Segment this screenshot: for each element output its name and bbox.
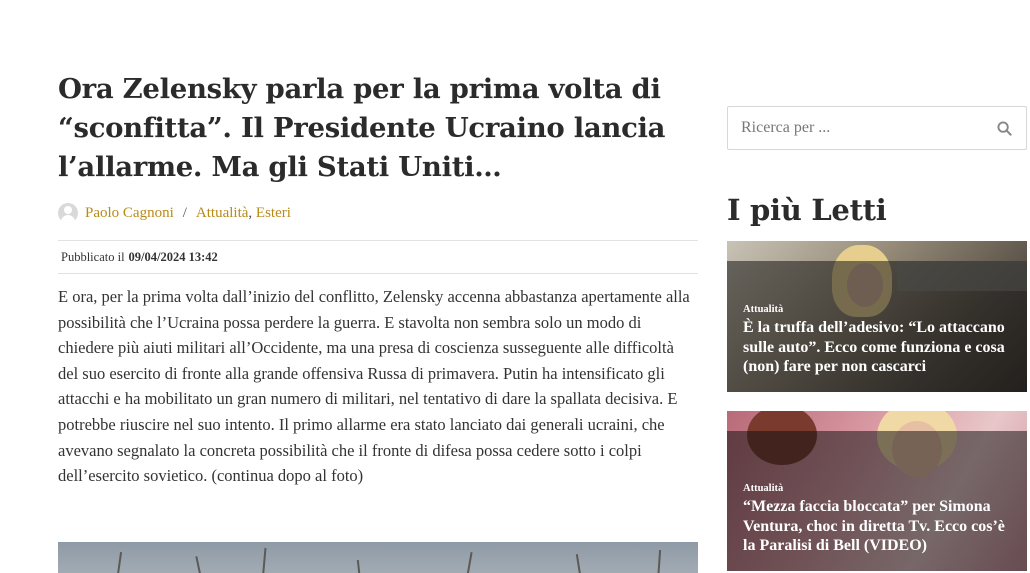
article-meta: Paolo Cagnoni / Attualità, Esteri — [58, 201, 698, 225]
published-bar: Pubblicato il 09/04/2024 13:42 — [58, 240, 698, 274]
article: Ora Zelensky parla per la prima volta di… — [58, 70, 698, 489]
article-photo — [58, 542, 698, 573]
card-category[interactable]: Attualità — [743, 483, 1015, 494]
category-link-esteri[interactable]: Esteri — [256, 205, 291, 222]
author-avatar-icon — [58, 203, 78, 223]
most-read-card[interactable]: Attualità È la truffa dell’adesivo: “Lo … — [727, 241, 1027, 392]
card-headline[interactable]: È la truffa dell’adesivo: “Lo attaccano … — [743, 318, 1015, 377]
card-text: Attualità “Mezza faccia bloccata” per Si… — [743, 483, 1015, 556]
card-category[interactable]: Attualità — [743, 304, 1015, 315]
card-text: Attualità È la truffa dell’adesivo: “Lo … — [743, 304, 1015, 377]
most-read-card[interactable]: Attualità “Mezza faccia bloccata” per Si… — [727, 411, 1027, 571]
card-headline[interactable]: “Mezza faccia bloccata” per Simona Ventu… — [743, 497, 1015, 556]
search-form — [727, 106, 1027, 150]
published-date: 09/04/2024 13:42 — [128, 249, 218, 264]
article-title: Ora Zelensky parla per la prima volta di… — [58, 73, 666, 183]
category-link-attualita[interactable]: Attualità — [196, 205, 249, 222]
category-comma: , — [248, 204, 253, 221]
most-read-title: I più Letti — [727, 193, 887, 227]
search-icon[interactable] — [982, 106, 1026, 150]
published-label: Pubblicato il — [61, 249, 125, 264]
author-link[interactable]: Paolo Cagnoni — [85, 205, 174, 222]
article-body: E ora, per la prima volta dall’inizio de… — [58, 287, 690, 486]
search-input[interactable] — [728, 107, 982, 149]
meta-separator: / — [182, 204, 187, 221]
sidebar: I più Letti Attualità È la truffa dell’a… — [727, 106, 1027, 571]
